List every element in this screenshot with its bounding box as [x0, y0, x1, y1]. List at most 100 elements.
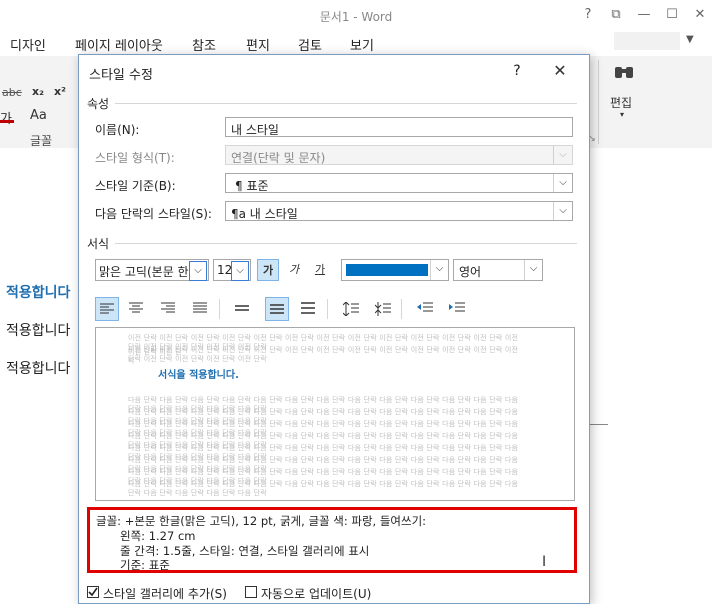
tab-references[interactable]: 참조: [192, 35, 216, 54]
dialog-help-button[interactable]: ?: [507, 61, 527, 81]
style-preview: 이전 단락 이전 단락 이전 단락 이전 단락 이전 단락 이전 단락 이전 단…: [95, 327, 575, 501]
justify-button[interactable]: [189, 297, 213, 321]
chevron-down-icon[interactable]: ⌵: [189, 261, 207, 281]
description-line: 왼쪽: 1.27 cm: [120, 529, 196, 543]
chevron-down-icon[interactable]: ⌵: [231, 261, 249, 281]
toolbar-divider: [401, 299, 402, 319]
ribbon-tabs: 디자인 페이지 레이아웃 참조 편지 검토 보기: [0, 30, 712, 57]
increase-indent-button[interactable]: [445, 297, 469, 321]
style-type-value: 연결(단락 및 문자): [231, 151, 326, 165]
auto-update-option[interactable]: 자동으로 업데이트(U): [245, 585, 385, 601]
dialog-title: 스타일 수정: [89, 68, 153, 83]
decrease-para-spacing-icon: [375, 302, 391, 316]
description-line: 글꼴: +본문 한글(맑은 고딕), 12 pt, 굵게, 글꼴 색: 파랑, …: [96, 514, 427, 528]
checkmark-icon: [88, 587, 98, 597]
doc-line-heading: 적용합니다: [6, 285, 71, 301]
maximize-button[interactable]: ☐: [662, 6, 682, 24]
chevron-down-icon[interactable]: ⌵: [430, 260, 448, 280]
underline-button[interactable]: 가: [309, 259, 331, 281]
one-half-spacing-icon: [270, 304, 284, 314]
edit-label: 편집: [610, 96, 633, 110]
next-style-value: ¶a 내 스타일: [231, 207, 298, 221]
add-to-gallery-option[interactable]: 스타일 갤러리에 추가(S): [87, 585, 237, 601]
align-center-button[interactable]: [125, 297, 149, 321]
font-color-select[interactable]: ⌵: [341, 259, 449, 281]
single-spacing-button[interactable]: [231, 297, 255, 321]
font-size-value: 12: [217, 263, 233, 277]
modify-style-dialog: 스타일 수정 ? ✕ 속성 이름(N): 내 스타일 스타일 형식(T): 연결…: [78, 54, 590, 604]
style-description: 글꼴: +본문 한글(맑은 고딕), 12 pt, 굵게, 글꼴 색: 파랑, …: [87, 507, 577, 573]
description-line: 기준: 표준: [120, 558, 170, 572]
style-name-value: 내 스타일: [231, 123, 279, 137]
ribbon-display-button[interactable]: ⧉: [606, 6, 626, 24]
add-to-gallery-label: 스타일 갤러리에 추가(S): [103, 587, 227, 601]
align-left-button[interactable]: [95, 297, 119, 321]
decrease-indent-icon: [417, 302, 433, 312]
toolbar-divider: [327, 299, 328, 319]
change-case-button[interactable]: Aa: [30, 108, 47, 123]
style-name-field[interactable]: 내 스타일: [225, 117, 573, 137]
minimize-button[interactable]: —: [634, 6, 654, 24]
font-color-button[interactable]: 가: [0, 108, 12, 127]
justify-icon: [193, 302, 207, 313]
strikethrough-button[interactable]: abc: [2, 86, 22, 99]
text-cursor-icon: I: [542, 554, 547, 570]
preview-following-paragraph: 다음 단락 다음 단락 다음 단락 다음 단락 다음 단락 다음 단락 다음 단…: [128, 480, 519, 497]
align-left-icon: [100, 303, 114, 314]
edit-group[interactable]: 편집 ▾: [606, 60, 642, 124]
single-spacing-icon: [235, 305, 249, 311]
tab-design[interactable]: 디자인: [10, 35, 46, 54]
chevron-down-icon[interactable]: ⌵: [553, 202, 572, 220]
subscript-button[interactable]: x₂: [32, 85, 44, 98]
one-half-spacing-button[interactable]: [265, 297, 289, 321]
next-style-label: 다음 단락의 스타일(S):: [95, 207, 212, 221]
increase-para-spacing-button[interactable]: [339, 297, 363, 321]
style-based-on-label: 스타일 기준(B):: [95, 179, 176, 193]
tab-view[interactable]: 보기: [350, 35, 374, 54]
double-spacing-icon: [301, 302, 315, 314]
dialog-close-button[interactable]: ✕: [549, 60, 571, 82]
doc-line: 적용합니다: [6, 323, 71, 339]
increase-para-spacing-icon: [343, 302, 359, 316]
doc-line: 적용합니다: [6, 361, 71, 377]
auto-update-checkbox[interactable]: [245, 586, 257, 598]
tab-page-layout[interactable]: 페이지 레이아웃: [75, 35, 163, 54]
decrease-indent-button[interactable]: [413, 297, 437, 321]
next-style-select[interactable]: ¶a 내 스타일 ⌵: [225, 201, 573, 221]
section-divider: [115, 103, 577, 104]
font-name-value: 맑은 고딕(본문 한: [99, 265, 189, 279]
account-area[interactable]: [614, 32, 680, 50]
style-based-on-select[interactable]: ¶ 표준 ⌵: [225, 173, 573, 193]
preview-sample-text: 서식을 적용합니다.: [158, 370, 239, 381]
toolbar-divider: [219, 299, 220, 319]
double-spacing-button[interactable]: [297, 297, 321, 321]
align-right-button[interactable]: [157, 297, 181, 321]
help-button[interactable]: ?: [578, 6, 598, 24]
style-type-label: 스타일 형식(T):: [95, 151, 175, 165]
chevron-down-icon[interactable]: ⌵: [524, 260, 542, 280]
align-center-icon: [129, 302, 143, 313]
font-size-select[interactable]: 12 ⌵: [213, 259, 251, 281]
name-label: 이름(N):: [95, 123, 140, 137]
decrease-para-spacing-button[interactable]: [371, 297, 395, 321]
bold-button[interactable]: 가: [257, 259, 279, 281]
binoculars-icon: [615, 67, 633, 78]
style-type-select: 연결(단락 및 문자) ⌵: [225, 145, 573, 165]
language-select[interactable]: 영어 ⌵: [453, 259, 543, 281]
style-based-on-value: ¶ 표준: [235, 179, 269, 193]
tab-review[interactable]: 검토: [298, 35, 322, 54]
tab-mailings[interactable]: 편지: [246, 35, 270, 54]
close-window-button[interactable]: ✕: [690, 6, 710, 24]
superscript-button[interactable]: x²: [54, 85, 66, 98]
chevron-down-icon[interactable]: ▼: [686, 34, 694, 45]
italic-button[interactable]: 가: [283, 259, 305, 281]
font-color-swatch: [346, 264, 428, 276]
add-to-gallery-checkbox[interactable]: [87, 586, 99, 598]
chevron-down-icon[interactable]: ⌵: [553, 174, 572, 192]
properties-section-label: 속성: [87, 97, 110, 111]
font-name-select[interactable]: 맑은 고딕(본문 한 ⌵: [95, 259, 209, 281]
preview-previous-paragraph: 이전 단락 이전 단락: [128, 348, 182, 365]
font-group-label: 글꼴: [30, 134, 53, 148]
align-right-icon: [161, 302, 175, 313]
chevron-down-icon: ⌵: [553, 146, 572, 164]
